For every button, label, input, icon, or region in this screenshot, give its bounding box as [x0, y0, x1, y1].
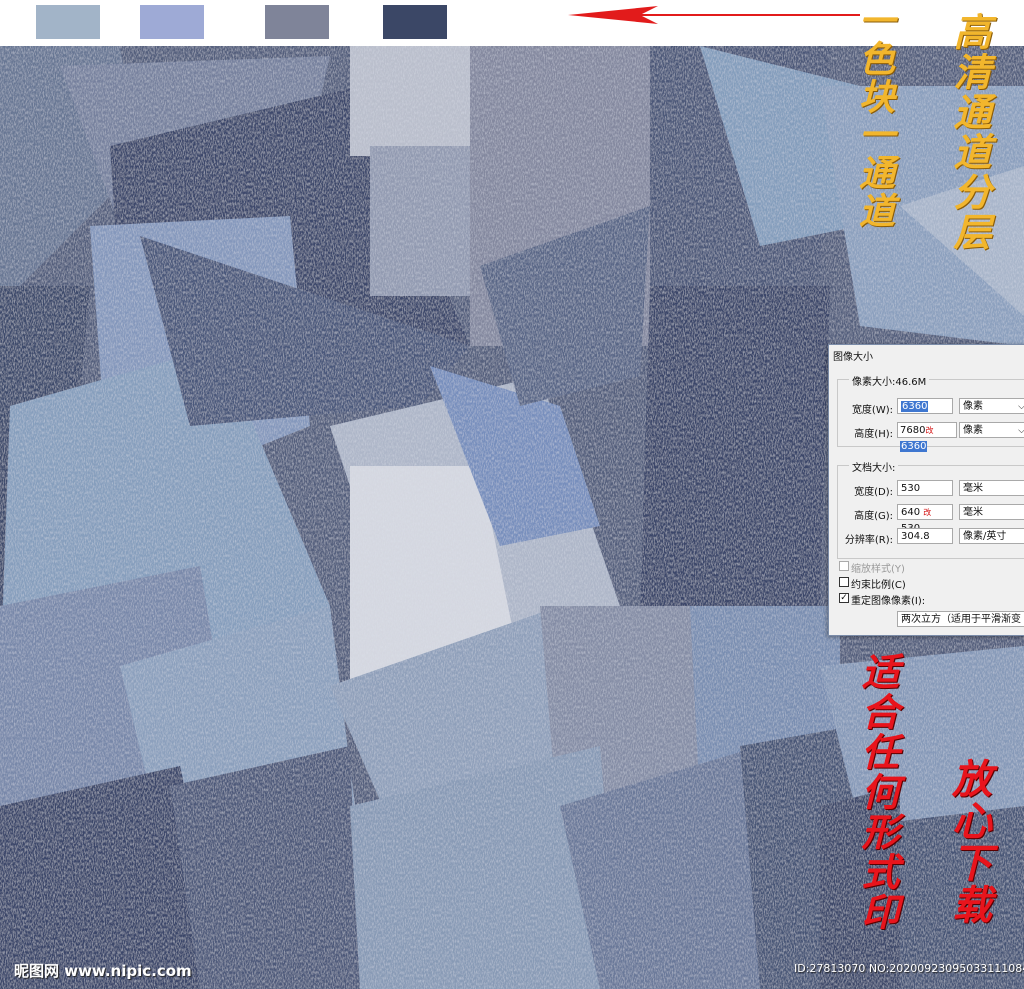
width-unit-select[interactable]: 像素 ⌵	[959, 398, 1024, 414]
resample-method-select[interactable]: 两次立方（适用于平滑渐变	[897, 611, 1024, 627]
scale-styles-checkbox[interactable]	[839, 561, 849, 571]
doc-width-unit-select[interactable]: 毫米	[959, 480, 1024, 496]
document-size-label: 文档大小:	[849, 459, 899, 474]
resample-checkbox[interactable]: ✓	[839, 593, 849, 603]
height-input[interactable]: 7680改 6360	[897, 422, 957, 452]
doc-width-label: 宽度(D):	[854, 487, 893, 498]
doc-height-unit-select[interactable]: 毫米	[959, 504, 1024, 520]
width-value: 6360	[901, 401, 929, 412]
caption-safe-download: 放心下载	[945, 758, 992, 926]
resolution-input[interactable]: 304.8	[897, 528, 953, 544]
constrain-proportions-checkbox[interactable]	[839, 577, 849, 587]
width-label: 宽度(W):	[851, 405, 893, 416]
image-id-watermark: ID:27813070 NO:20200923095033111084	[794, 962, 1024, 975]
resample-label: 重定图像像素(I):	[851, 596, 926, 607]
height-old-value: 7680	[900, 425, 926, 436]
caption-suitable-for-printing: 适合任何形式印	[855, 652, 900, 932]
resolution-label: 分辨率(R):	[844, 535, 893, 546]
caption-one-color-one-channel: 一色块一通道	[853, 2, 895, 230]
height-edit-mark: 改	[925, 426, 934, 435]
height-value: 6360	[900, 441, 928, 452]
swatch-light-blue	[36, 5, 100, 39]
site-watermark: 昵图网 www.nipic.com	[14, 962, 192, 980]
doc-width-value: 530	[901, 483, 921, 494]
doc-height-edit-mark: 改	[923, 508, 932, 517]
scale-styles-label: 缩放样式(Y)	[851, 564, 905, 575]
height-unit-select[interactable]: 像素 ⌵	[959, 422, 1024, 438]
dialog-title: 图像大小	[833, 352, 873, 363]
height-label: 高度(H):	[854, 429, 893, 440]
left-arrow-icon	[568, 6, 860, 24]
resolution-unit: 像素/英寸	[963, 531, 1007, 542]
width-unit: 像素	[963, 401, 983, 412]
doc-width-input[interactable]: 530	[897, 480, 953, 496]
doc-height-label: 高度(G):	[854, 511, 893, 522]
checkmark-icon: ✓	[840, 593, 848, 603]
doc-height-input[interactable]: 640 改 530	[897, 504, 953, 534]
swatch-grey-blue	[265, 5, 329, 39]
height-unit: 像素	[963, 425, 983, 436]
caption-hd-channel-layers: 高清通道分层	[947, 12, 992, 252]
resolution-unit-select[interactable]: 像素/英寸	[959, 528, 1024, 544]
image-size-dialog: 图像大小 像素大小:46.6M 宽度(W): 6360 像素 ⌵ 高度(H): 7…	[828, 344, 1024, 636]
constrain-proportions-label: 约束比例(C)	[851, 580, 906, 591]
chevron-down-icon: ⌵	[1018, 402, 1024, 412]
resample-method: 两次立方（适用于平滑渐变	[901, 614, 1021, 625]
resolution-value: 304.8	[901, 531, 930, 542]
width-input[interactable]: 6360	[897, 398, 953, 414]
doc-height-unit: 毫米	[963, 507, 983, 518]
doc-width-unit: 毫米	[963, 483, 983, 494]
swatch-periwinkle	[140, 5, 204, 39]
pixel-dimensions-label: 像素大小:46.6M	[849, 373, 930, 388]
doc-height-old-value: 640	[901, 507, 921, 518]
swatch-navy	[383, 5, 447, 39]
chevron-down-icon: ⌵	[1018, 426, 1024, 436]
